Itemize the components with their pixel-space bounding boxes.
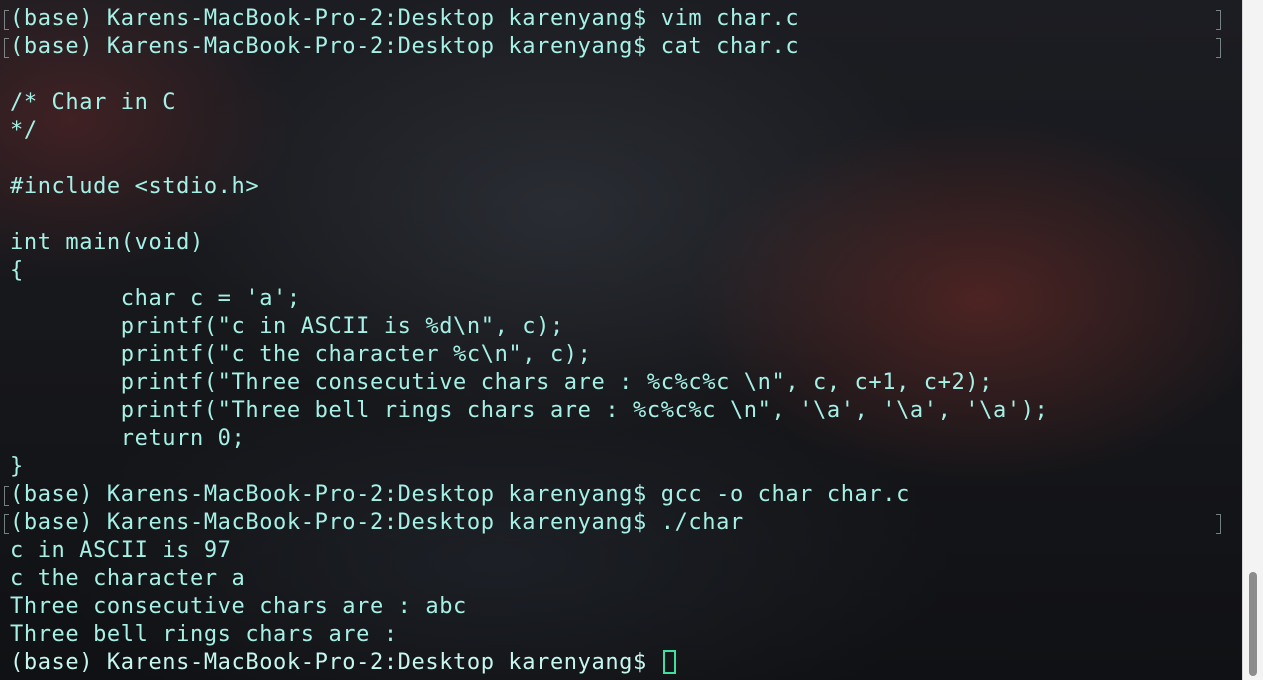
terminal-line: printf("Three bell rings chars are : %c%… bbox=[10, 398, 1049, 423]
scrollbar-thumb[interactable] bbox=[1249, 572, 1257, 676]
command-mark-left bbox=[4, 10, 9, 30]
terminal-line: printf("c in ASCII is %d\n", c); bbox=[10, 314, 564, 339]
command-mark-right bbox=[1216, 38, 1221, 58]
command-mark-right bbox=[1216, 514, 1221, 534]
terminal-line: int main(void) bbox=[10, 230, 204, 255]
terminal-line: (base) Karens-MacBook-Pro-2:Desktop kare… bbox=[10, 510, 744, 535]
terminal-line: Three bell rings chars are : bbox=[10, 622, 398, 647]
prompt-line[interactable]: (base) Karens-MacBook-Pro-2:Desktop kare… bbox=[10, 649, 676, 677]
terminal-window[interactable]: (base) Karens-MacBook-Pro-2:Desktop kare… bbox=[0, 0, 1243, 680]
prompt-text: (base) Karens-MacBook-Pro-2:Desktop kare… bbox=[10, 650, 661, 675]
vertical-scrollbar[interactable] bbox=[1242, 0, 1263, 680]
terminal-line: c in ASCII is 97 bbox=[10, 538, 232, 563]
terminal-line: #include <stdio.h> bbox=[10, 174, 260, 199]
terminal-line: { bbox=[10, 258, 24, 283]
command-mark-right bbox=[1216, 10, 1221, 30]
terminal-line: Three consecutive chars are : abc bbox=[10, 594, 467, 619]
terminal-line: return 0; bbox=[10, 426, 246, 451]
terminal-line: char c = 'a'; bbox=[10, 286, 301, 311]
terminal-line: */ bbox=[10, 118, 38, 143]
command-mark-left bbox=[4, 486, 9, 506]
command-mark-left bbox=[4, 38, 9, 58]
terminal-line: printf("Three consecutive chars are : %c… bbox=[10, 370, 994, 395]
terminal-line: c the character a bbox=[10, 566, 246, 591]
text-cursor bbox=[662, 650, 676, 674]
terminal-line: (base) Karens-MacBook-Pro-2:Desktop kare… bbox=[10, 6, 800, 31]
terminal-line: /* Char in C bbox=[10, 90, 177, 115]
terminal-line: (base) Karens-MacBook-Pro-2:Desktop kare… bbox=[10, 34, 800, 59]
terminal-line: (base) Karens-MacBook-Pro-2:Desktop kare… bbox=[10, 482, 910, 507]
terminal-line: printf("c the character %c\n", c); bbox=[10, 342, 592, 367]
command-mark-left bbox=[4, 514, 9, 534]
terminal-line: } bbox=[10, 454, 24, 479]
